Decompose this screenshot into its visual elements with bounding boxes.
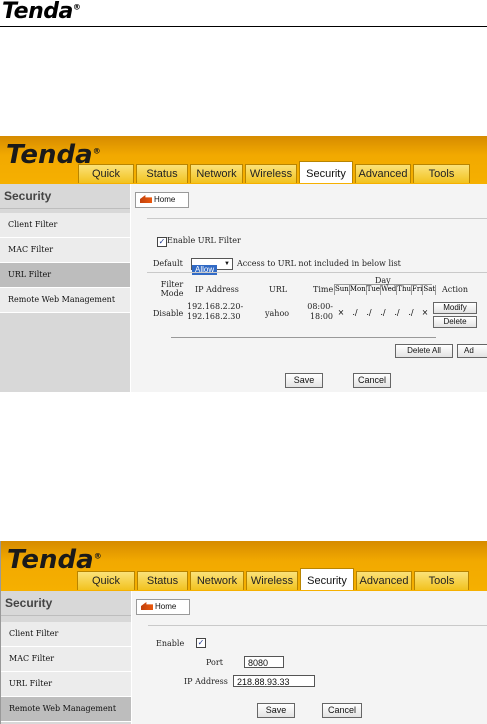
col-day-sat: Sat	[422, 285, 437, 295]
sidebar-item-mac-filter[interactable]: MAC Filter	[1, 647, 131, 672]
tab-advanced[interactable]: Advanced	[356, 571, 412, 590]
modify-button[interactable]: Modify	[433, 302, 477, 314]
sidebar-title: Security	[1, 591, 131, 616]
row-days: × ./ ./ ./ ./ ./ ×	[334, 308, 432, 318]
row-day-fri: ./	[408, 308, 414, 317]
enable-label: Enable	[156, 639, 185, 648]
port-label: Port	[206, 658, 223, 667]
sidebar-item-client-filter[interactable]: Client Filter	[0, 213, 130, 238]
col-time: Time	[313, 285, 334, 294]
row-day-tue: ./	[366, 308, 372, 317]
tab-advanced[interactable]: Advanced	[355, 164, 411, 183]
header-rule	[0, 26, 487, 27]
sidebar: Security Client Filter MAC Filter URL Fi…	[1, 591, 131, 724]
tab-network[interactable]: Network	[190, 164, 243, 183]
enable-url-filter-label: Enable URL Filter	[167, 236, 241, 245]
row-url: yahoo	[265, 309, 290, 318]
tab-quick-setup[interactable]: Quick Setup	[77, 571, 135, 606]
enable-url-filter-checkbox[interactable]: ✓	[157, 237, 167, 247]
divider	[147, 218, 487, 219]
col-day-sun: Sun	[334, 285, 349, 295]
row-day-sun: ×	[337, 308, 345, 317]
access-note: Access to URL not included in below list	[237, 259, 401, 268]
tab-quick-setup[interactable]: Quick Setup	[78, 164, 134, 199]
col-day: Day	[375, 276, 391, 285]
table-bottom-rule	[171, 337, 436, 338]
row-time: 08:00-18:00	[307, 302, 333, 321]
port-input[interactable]: 8080	[244, 656, 284, 668]
content-area: Home ✓ Enable URL Filter Default Allow ▼…	[131, 184, 487, 392]
tab-tools[interactable]: Tools	[413, 164, 470, 183]
col-url: URL	[269, 285, 288, 294]
home-button-label: Home	[154, 195, 176, 204]
col-action: Action	[442, 285, 468, 294]
day-columns: Sun Mon Tue Wed Thu Fri Sat	[334, 285, 437, 295]
save-button[interactable]: Save	[285, 373, 323, 388]
tab-security[interactable]: Security	[300, 568, 354, 590]
save-button[interactable]: Save	[257, 703, 295, 718]
default-policy-value: Allow	[192, 265, 218, 275]
home-button[interactable]: Home	[135, 192, 189, 208]
sidebar-item-client-filter[interactable]: Client Filter	[1, 622, 131, 647]
home-button-label: Home	[155, 602, 177, 611]
sidebar-item-remote-web-management[interactable]: Remote Web Management	[1, 697, 131, 722]
enable-remote-checkbox[interactable]: ✓	[196, 638, 206, 648]
default-policy-select[interactable]: Allow ▼	[191, 258, 233, 275]
sidebar-item-mac-filter[interactable]: MAC Filter	[0, 238, 130, 263]
ip-address-input[interactable]: 218.88.93.33	[233, 675, 315, 687]
row-day-thu: ./	[394, 308, 400, 317]
tab-security[interactable]: Security	[299, 161, 353, 183]
col-day-tue: Tue	[365, 285, 381, 295]
row-mode: Disable	[153, 309, 184, 318]
main-tabs: Quick Setup Status Network Wireless Secu…	[77, 568, 471, 606]
row-ip: 192.168.2.20-192.168.2.30	[187, 302, 244, 321]
page-header: Tenda®	[0, 0, 487, 28]
delete-all-button[interactable]: Delete All	[395, 344, 453, 358]
default-label: Default	[153, 259, 183, 268]
col-day-thu: Thu	[396, 285, 411, 295]
chevron-down-icon: ▼	[224, 261, 230, 267]
row-day-mon: ./	[352, 308, 358, 317]
tab-status[interactable]: Status	[137, 571, 188, 590]
sidebar-item-remote-web-management[interactable]: Remote Web Management	[0, 288, 130, 313]
row-day-sat: ×	[421, 308, 429, 317]
sidebar-title: Security	[0, 184, 130, 209]
col-ip-address: IP Address	[195, 285, 239, 294]
home-button[interactable]: Home	[136, 599, 190, 615]
tab-network[interactable]: Network	[190, 571, 244, 590]
banner: Tenda® Quick Setup Status Network Wirele…	[1, 541, 487, 606]
home-icon	[140, 195, 152, 203]
ip-address-label: IP Address	[184, 677, 228, 686]
col-day-mon: Mon	[348, 285, 366, 295]
col-filter-mode: Filter Mode	[160, 280, 184, 298]
cancel-button[interactable]: Cancel	[322, 703, 362, 718]
banner: Tenda® Quick Setup Status Network Wirele…	[0, 136, 487, 199]
table-top-rule	[147, 272, 487, 273]
col-day-fri: Fri	[410, 285, 423, 295]
add-button[interactable]: Ad	[457, 344, 487, 358]
home-icon	[141, 602, 153, 610]
delete-button[interactable]: Delete	[433, 316, 477, 328]
sidebar-item-url-filter[interactable]: URL Filter	[1, 672, 131, 697]
tab-wireless[interactable]: Wireless	[246, 571, 298, 590]
remote-web-management-screenshot: Tenda® Quick Setup Status Network Wirele…	[0, 541, 487, 724]
tab-wireless[interactable]: Wireless	[245, 164, 297, 183]
tab-status[interactable]: Status	[136, 164, 188, 183]
url-filter-screenshot: Tenda® Quick Setup Status Network Wirele…	[0, 136, 487, 392]
main-tabs: Quick Setup Status Network Wireless Secu…	[78, 161, 472, 199]
page-logo: Tenda®	[2, 0, 81, 24]
row-day-wed: ./	[380, 308, 386, 317]
sidebar: Security Client Filter MAC Filter URL Fi…	[0, 184, 130, 392]
tab-tools[interactable]: Tools	[414, 571, 469, 590]
cancel-button[interactable]: Cancel	[353, 373, 391, 388]
content-area: Home Enable ✓ Port 8080 IP Address 218.8…	[132, 591, 487, 724]
sidebar-item-url-filter[interactable]: URL Filter	[0, 263, 130, 288]
col-day-wed: Wed	[380, 285, 397, 295]
divider	[148, 625, 487, 626]
